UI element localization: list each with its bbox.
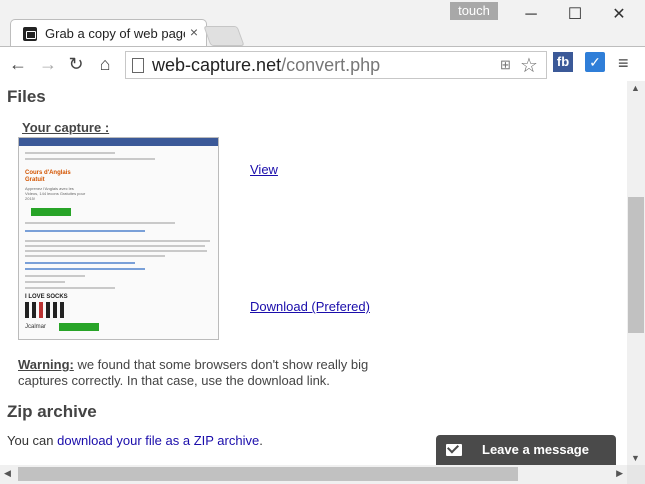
zip-suffix: .: [259, 433, 263, 448]
scrollbar-corner: [627, 465, 645, 484]
horizontal-scroll-thumb[interactable]: [18, 467, 518, 481]
page-content: Files Your capture : Cours d'Anglais Gra…: [0, 81, 627, 465]
horizontal-scrollbar[interactable]: ◀ ▶: [0, 465, 627, 484]
tab-close-icon[interactable]: ×: [190, 24, 198, 40]
thumbnail-text-line: [25, 245, 205, 247]
zip-description: You can download your file as a ZIP arch…: [7, 433, 263, 448]
vertical-scroll-thumb[interactable]: [628, 197, 644, 333]
url-path: /convert.php: [281, 55, 381, 75]
download-link[interactable]: Download (Prefered): [250, 299, 370, 314]
thumbnail-sock-graphic: [25, 302, 29, 318]
browser-menu-icon[interactable]: ≡: [618, 53, 629, 74]
thumbnail-promo-title: Cours d'Anglais Gratuit: [25, 170, 71, 183]
thumbnail-green-button-2: [59, 323, 99, 331]
scroll-right-arrow-icon[interactable]: ▶: [616, 468, 623, 479]
thumbnail-promo-sub: Apprenez l'Anglais avec les Videos, 144 …: [25, 186, 86, 201]
thumbnail-text-line: [25, 222, 175, 224]
thumbnail-link-line: [25, 230, 145, 232]
page-icon: [132, 58, 144, 73]
reload-icon[interactable]: ↻: [64, 52, 88, 76]
facebook-extension-icon[interactable]: fb: [553, 52, 573, 72]
zip-archive-heading: Zip archive: [7, 402, 97, 421]
vertical-scrollbar[interactable]: ▲ ▼: [627, 81, 645, 465]
warning-message: Warning: we found that some browsers don…: [18, 357, 408, 389]
zip-prefix: You can: [7, 433, 58, 448]
your-capture-label: Your capture :: [22, 120, 110, 135]
leave-message-label: Leave a message: [482, 442, 589, 457]
thumbnail-text-line: [25, 152, 115, 154]
thumbnail-brand-text: I LOVE SOCKS: [25, 294, 68, 300]
home-icon[interactable]: ⌂: [93, 52, 117, 76]
address-bar[interactable]: web-capture.net/convert.php ⊞ ☆: [125, 51, 547, 79]
thumbnail-sock-graphic: [53, 302, 57, 318]
files-heading: Files: [7, 87, 46, 106]
thumbnail-header-bar: [19, 138, 218, 146]
thumbnail-text-line: [25, 158, 155, 160]
thumbnail-text-line: [25, 275, 85, 277]
scroll-up-arrow-icon[interactable]: ▲: [631, 83, 640, 93]
thumbnail-text-line: [25, 281, 65, 283]
thumbnail-text-line: [25, 255, 165, 257]
thumbnail-green-button: [31, 208, 71, 216]
checkmark-extension-icon[interactable]: ✓: [585, 52, 605, 72]
close-window-button[interactable]: ✕: [597, 2, 641, 28]
new-tab-button[interactable]: [203, 26, 245, 46]
back-arrow-icon[interactable]: ←: [6, 52, 30, 76]
minimize-button[interactable]: ─: [509, 2, 553, 28]
thumbnail-sock-graphic: [32, 302, 36, 318]
thumbnail-text-line: [25, 240, 210, 242]
title-bar: touch ─ ☐ ✕ Grab a copy of web page ×: [0, 0, 645, 47]
scroll-down-arrow-icon[interactable]: ▼: [631, 453, 640, 463]
thumbnail-logo-text: Jcalmar: [25, 324, 47, 330]
thumbnail-text-line: [25, 250, 207, 252]
url-text[interactable]: web-capture.net/convert.php: [152, 55, 380, 76]
zip-download-link[interactable]: download your file as a ZIP archive: [57, 433, 259, 448]
thumbnail-link-line: [25, 268, 145, 270]
browser-chrome: touch ─ ☐ ✕ Grab a copy of web page × ← …: [0, 0, 645, 81]
envelope-icon: [446, 444, 462, 456]
tab-title: Grab a copy of web page: [45, 26, 185, 41]
thumbnail-link-line: [25, 262, 135, 264]
url-domain: web-capture.net: [152, 55, 282, 75]
scroll-left-arrow-icon[interactable]: ◀: [4, 468, 11, 479]
thumbnail-sock-graphic: [46, 302, 50, 318]
capture-thumbnail[interactable]: Cours d'Anglais Gratuit Apprenez l'Angla…: [18, 137, 219, 340]
bookmark-star-icon[interactable]: ☆: [520, 53, 538, 78]
leave-message-widget[interactable]: Leave a message: [436, 435, 616, 465]
navigation-toolbar: ← → ↻ ⌂ web-capture.net/convert.php ⊞ ☆ …: [0, 46, 645, 81]
maximize-button[interactable]: ☐: [553, 2, 597, 28]
browser-tab[interactable]: Grab a copy of web page ×: [10, 19, 207, 47]
touch-mode-badge[interactable]: touch: [450, 2, 498, 20]
view-link[interactable]: View: [250, 162, 278, 177]
thumbnail-sock-graphic: [39, 302, 43, 318]
site-favicon-icon: [23, 27, 37, 41]
thumbnail-sock-graphic: [60, 302, 64, 318]
translate-icon[interactable]: ⊞: [500, 57, 511, 73]
thumbnail-text-line: [25, 287, 115, 289]
forward-arrow-icon[interactable]: →: [36, 52, 60, 76]
warning-label: Warning:: [18, 357, 74, 372]
